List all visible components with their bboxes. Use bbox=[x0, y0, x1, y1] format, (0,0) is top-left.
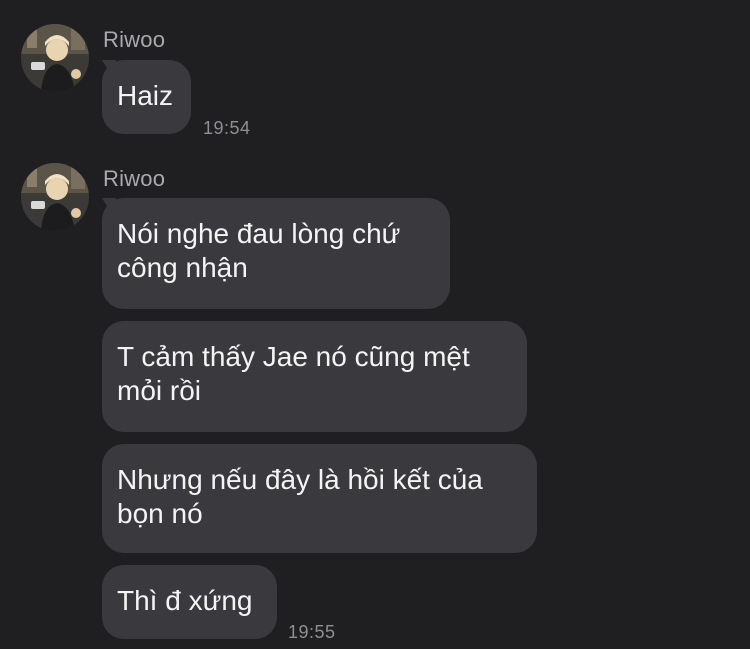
avatar-photo bbox=[21, 163, 89, 231]
message-timestamp: 19:55 bbox=[288, 622, 336, 642]
avatar[interactable] bbox=[21, 163, 89, 231]
sender-name: Riwoo bbox=[103, 27, 166, 52]
message-timestamp: 19:54 bbox=[203, 118, 251, 138]
message-bubble[interactable]: Haiz bbox=[102, 60, 191, 134]
avatar[interactable] bbox=[21, 24, 89, 92]
sender-name: Riwoo bbox=[103, 166, 166, 191]
message-bubble[interactable]: T cảm thấy Jae nó cũng mệt mỏi rồi bbox=[102, 321, 527, 432]
message-bubble[interactable]: Nói nghe đau lòng chứ công nhận bbox=[102, 198, 450, 309]
avatar-photo bbox=[21, 24, 89, 92]
message-bubble[interactable]: Thì đ xứng bbox=[102, 565, 277, 639]
message-bubble[interactable]: Nhưng nếu đây là hồi kết của bọn nó bbox=[102, 444, 537, 553]
